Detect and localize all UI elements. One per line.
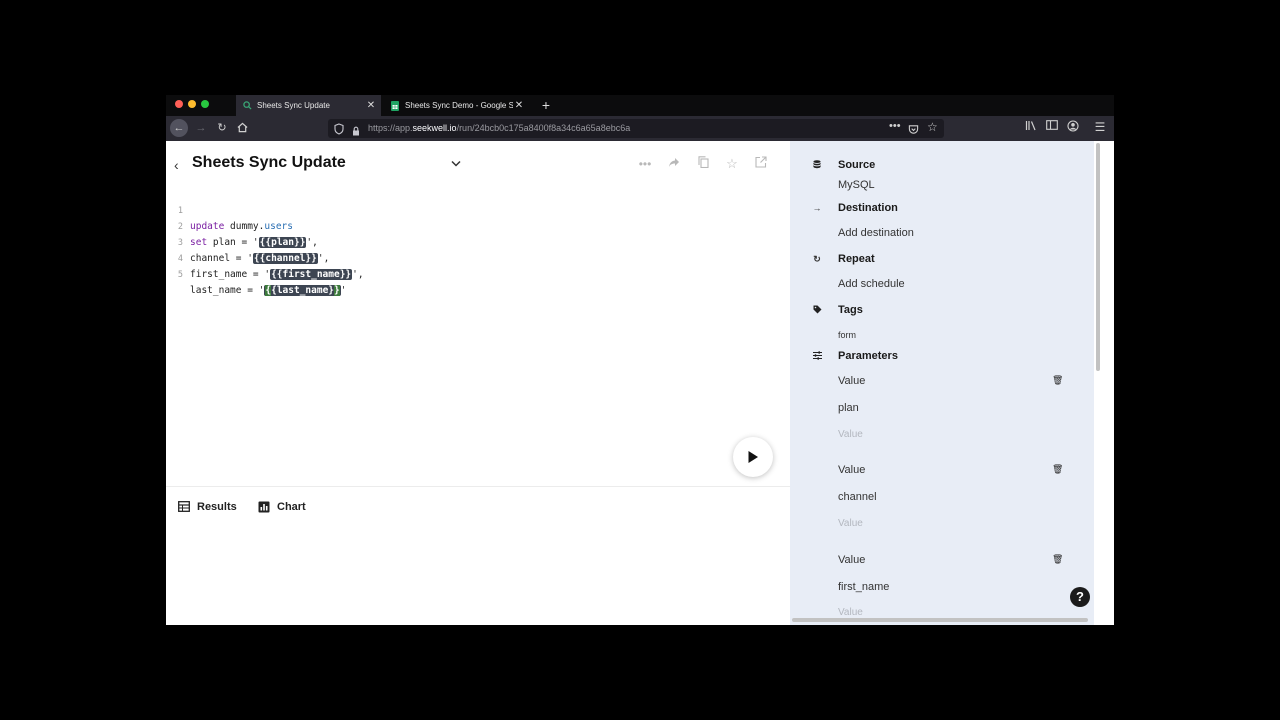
parameters-section[interactable]: Parameters bbox=[812, 350, 898, 362]
zoom-window-button[interactable] bbox=[201, 100, 209, 108]
vertical-scrollbar[interactable] bbox=[1094, 141, 1114, 625]
bookmark-star-icon[interactable]: ☆ bbox=[927, 120, 938, 134]
url-text[interactable]: https://app.seekwell.io/run/24bcb0c175a8… bbox=[368, 123, 630, 133]
tab-chart[interactable]: Chart bbox=[258, 501, 306, 513]
browser-tab-active[interactable]: Sheets Sync Update ✕ bbox=[236, 95, 381, 116]
back-arrow-icon[interactable]: ← bbox=[170, 119, 188, 137]
refresh-icon: ↻ bbox=[813, 253, 821, 264]
pocket-icon[interactable] bbox=[908, 122, 919, 140]
page-content: ‹ Sheets Sync Update ••• ☆ 1 update dumm… bbox=[166, 141, 1114, 625]
section-label: Parameters bbox=[838, 350, 898, 362]
section-label: Source bbox=[838, 159, 876, 171]
hamburger-menu-icon[interactable]: ☰ bbox=[1093, 120, 1107, 134]
share-icon[interactable] bbox=[666, 156, 682, 172]
code-text: last_name = '{{last_name}}' bbox=[190, 285, 347, 296]
tag-chip[interactable]: form bbox=[838, 330, 856, 340]
account-icon[interactable] bbox=[1066, 120, 1080, 134]
tag-icon bbox=[812, 305, 822, 316]
tab-results[interactable]: Results bbox=[178, 501, 237, 513]
line-number: 5 bbox=[177, 270, 183, 280]
add-destination-link[interactable]: Add destination bbox=[838, 227, 914, 239]
query-editor-pane: ‹ Sheets Sync Update ••• ☆ 1 update dumm… bbox=[166, 141, 790, 625]
run-query-button[interactable] bbox=[733, 437, 773, 477]
parameter-name[interactable]: first_name bbox=[838, 581, 889, 593]
shield-icon[interactable] bbox=[334, 122, 344, 140]
code-line: 5 last_name = '{{last_name}}' bbox=[166, 251, 790, 296]
play-icon bbox=[748, 451, 758, 463]
back-chevron-icon[interactable]: ‹ bbox=[174, 157, 179, 173]
home-icon[interactable] bbox=[233, 119, 251, 137]
tab-bar: Sheets Sync Update ✕ Sheets Sync Demo - … bbox=[166, 95, 1114, 116]
parameter-token: {{last_name}} bbox=[264, 285, 341, 296]
navigation-bar: ← → ↻ https://app.seekwell.io/run/24bcb0… bbox=[166, 116, 1114, 141]
parameter-name[interactable]: channel bbox=[838, 491, 877, 503]
parameter-value-input[interactable]: Value bbox=[838, 429, 863, 440]
pane-divider bbox=[166, 486, 790, 487]
parameter-value-label: Value bbox=[838, 554, 866, 566]
tab-title: Sheets Sync Update bbox=[257, 101, 330, 110]
bar-chart-icon bbox=[258, 501, 270, 513]
parameter-value-input[interactable]: Value bbox=[838, 518, 863, 529]
lock-icon[interactable] bbox=[352, 123, 360, 141]
tags-section[interactable]: Tags bbox=[812, 304, 863, 316]
page-actions-icon[interactable]: ••• bbox=[889, 120, 901, 132]
sidebar-toggle-icon[interactable] bbox=[1045, 120, 1059, 134]
tab-label: Chart bbox=[277, 501, 306, 513]
database-icon bbox=[812, 159, 822, 171]
code-line: 2 set plan = '{{plan}}', bbox=[166, 203, 790, 248]
close-window-button[interactable] bbox=[175, 100, 183, 108]
source-section[interactable]: Source bbox=[812, 159, 875, 171]
tab-close-icon[interactable]: ✕ bbox=[513, 100, 525, 111]
code-line: 4 first_name = '{{first_name}}', bbox=[166, 235, 790, 280]
library-icon[interactable] bbox=[1024, 120, 1038, 134]
parameter-name[interactable]: plan bbox=[838, 402, 859, 414]
destination-section[interactable]: → Destination bbox=[812, 202, 898, 214]
trash-icon[interactable]: 🗑 bbox=[1052, 464, 1063, 475]
source-value[interactable]: MySQL bbox=[838, 179, 875, 191]
parameter-value-label: Value bbox=[838, 375, 866, 387]
search-tab-icon bbox=[242, 101, 252, 111]
repeat-section[interactable]: ↻ Repeat bbox=[812, 253, 875, 265]
section-label: Tags bbox=[838, 304, 863, 316]
google-sheets-icon bbox=[390, 100, 400, 111]
help-question-icon[interactable]: ? bbox=[1070, 587, 1090, 607]
forward-arrow-icon[interactable]: → bbox=[192, 119, 210, 137]
copy-icon[interactable] bbox=[695, 156, 711, 172]
open-external-icon[interactable] bbox=[753, 156, 769, 172]
parameter-token: {{first_name}} bbox=[270, 269, 353, 280]
url-bar[interactable]: https://app.seekwell.io/run/24bcb0c175a8… bbox=[328, 119, 944, 138]
tab-title: Sheets Sync Demo - Google Sh bbox=[405, 101, 513, 110]
tab-label: Results bbox=[197, 501, 237, 513]
code-line: 1 update dummy.users bbox=[166, 187, 790, 232]
minimize-window-button[interactable] bbox=[188, 100, 196, 108]
sql-code-editor[interactable]: 1 update dummy.users 2 set plan = '{{pla… bbox=[166, 187, 790, 296]
browser-window: Sheets Sync Update ✕ Sheets Sync Demo - … bbox=[166, 95, 1114, 625]
more-options-icon[interactable]: ••• bbox=[637, 156, 653, 172]
trash-icon[interactable]: 🗑 bbox=[1052, 375, 1063, 386]
reload-icon[interactable]: ↻ bbox=[213, 119, 231, 137]
code-line: 3 channel = '{{channel}}', bbox=[166, 219, 790, 264]
query-title[interactable]: Sheets Sync Update bbox=[192, 154, 346, 172]
scrollbar-thumb[interactable] bbox=[792, 618, 1088, 622]
browser-tab[interactable]: Sheets Sync Demo - Google Sh ✕ bbox=[384, 95, 529, 116]
sliders-icon bbox=[812, 350, 822, 362]
section-label: Destination bbox=[838, 202, 898, 214]
section-label: Repeat bbox=[838, 253, 875, 265]
parameter-value-label: Value bbox=[838, 464, 866, 476]
chevron-down-icon[interactable] bbox=[451, 158, 461, 170]
trash-icon[interactable]: 🗑 bbox=[1052, 554, 1063, 565]
add-schedule-link[interactable]: Add schedule bbox=[838, 278, 905, 290]
table-icon bbox=[178, 501, 190, 513]
tab-close-icon[interactable]: ✕ bbox=[365, 100, 377, 111]
arrow-right-icon: → bbox=[812, 203, 822, 213]
scrollbar-thumb[interactable] bbox=[1096, 143, 1100, 371]
favorite-star-icon[interactable]: ☆ bbox=[724, 156, 740, 172]
query-settings-sidebar: Source MySQL → Destination Add destinati… bbox=[790, 141, 1094, 625]
new-tab-plus-icon[interactable]: + bbox=[537, 96, 555, 114]
horizontal-scrollbar[interactable] bbox=[790, 617, 1090, 623]
